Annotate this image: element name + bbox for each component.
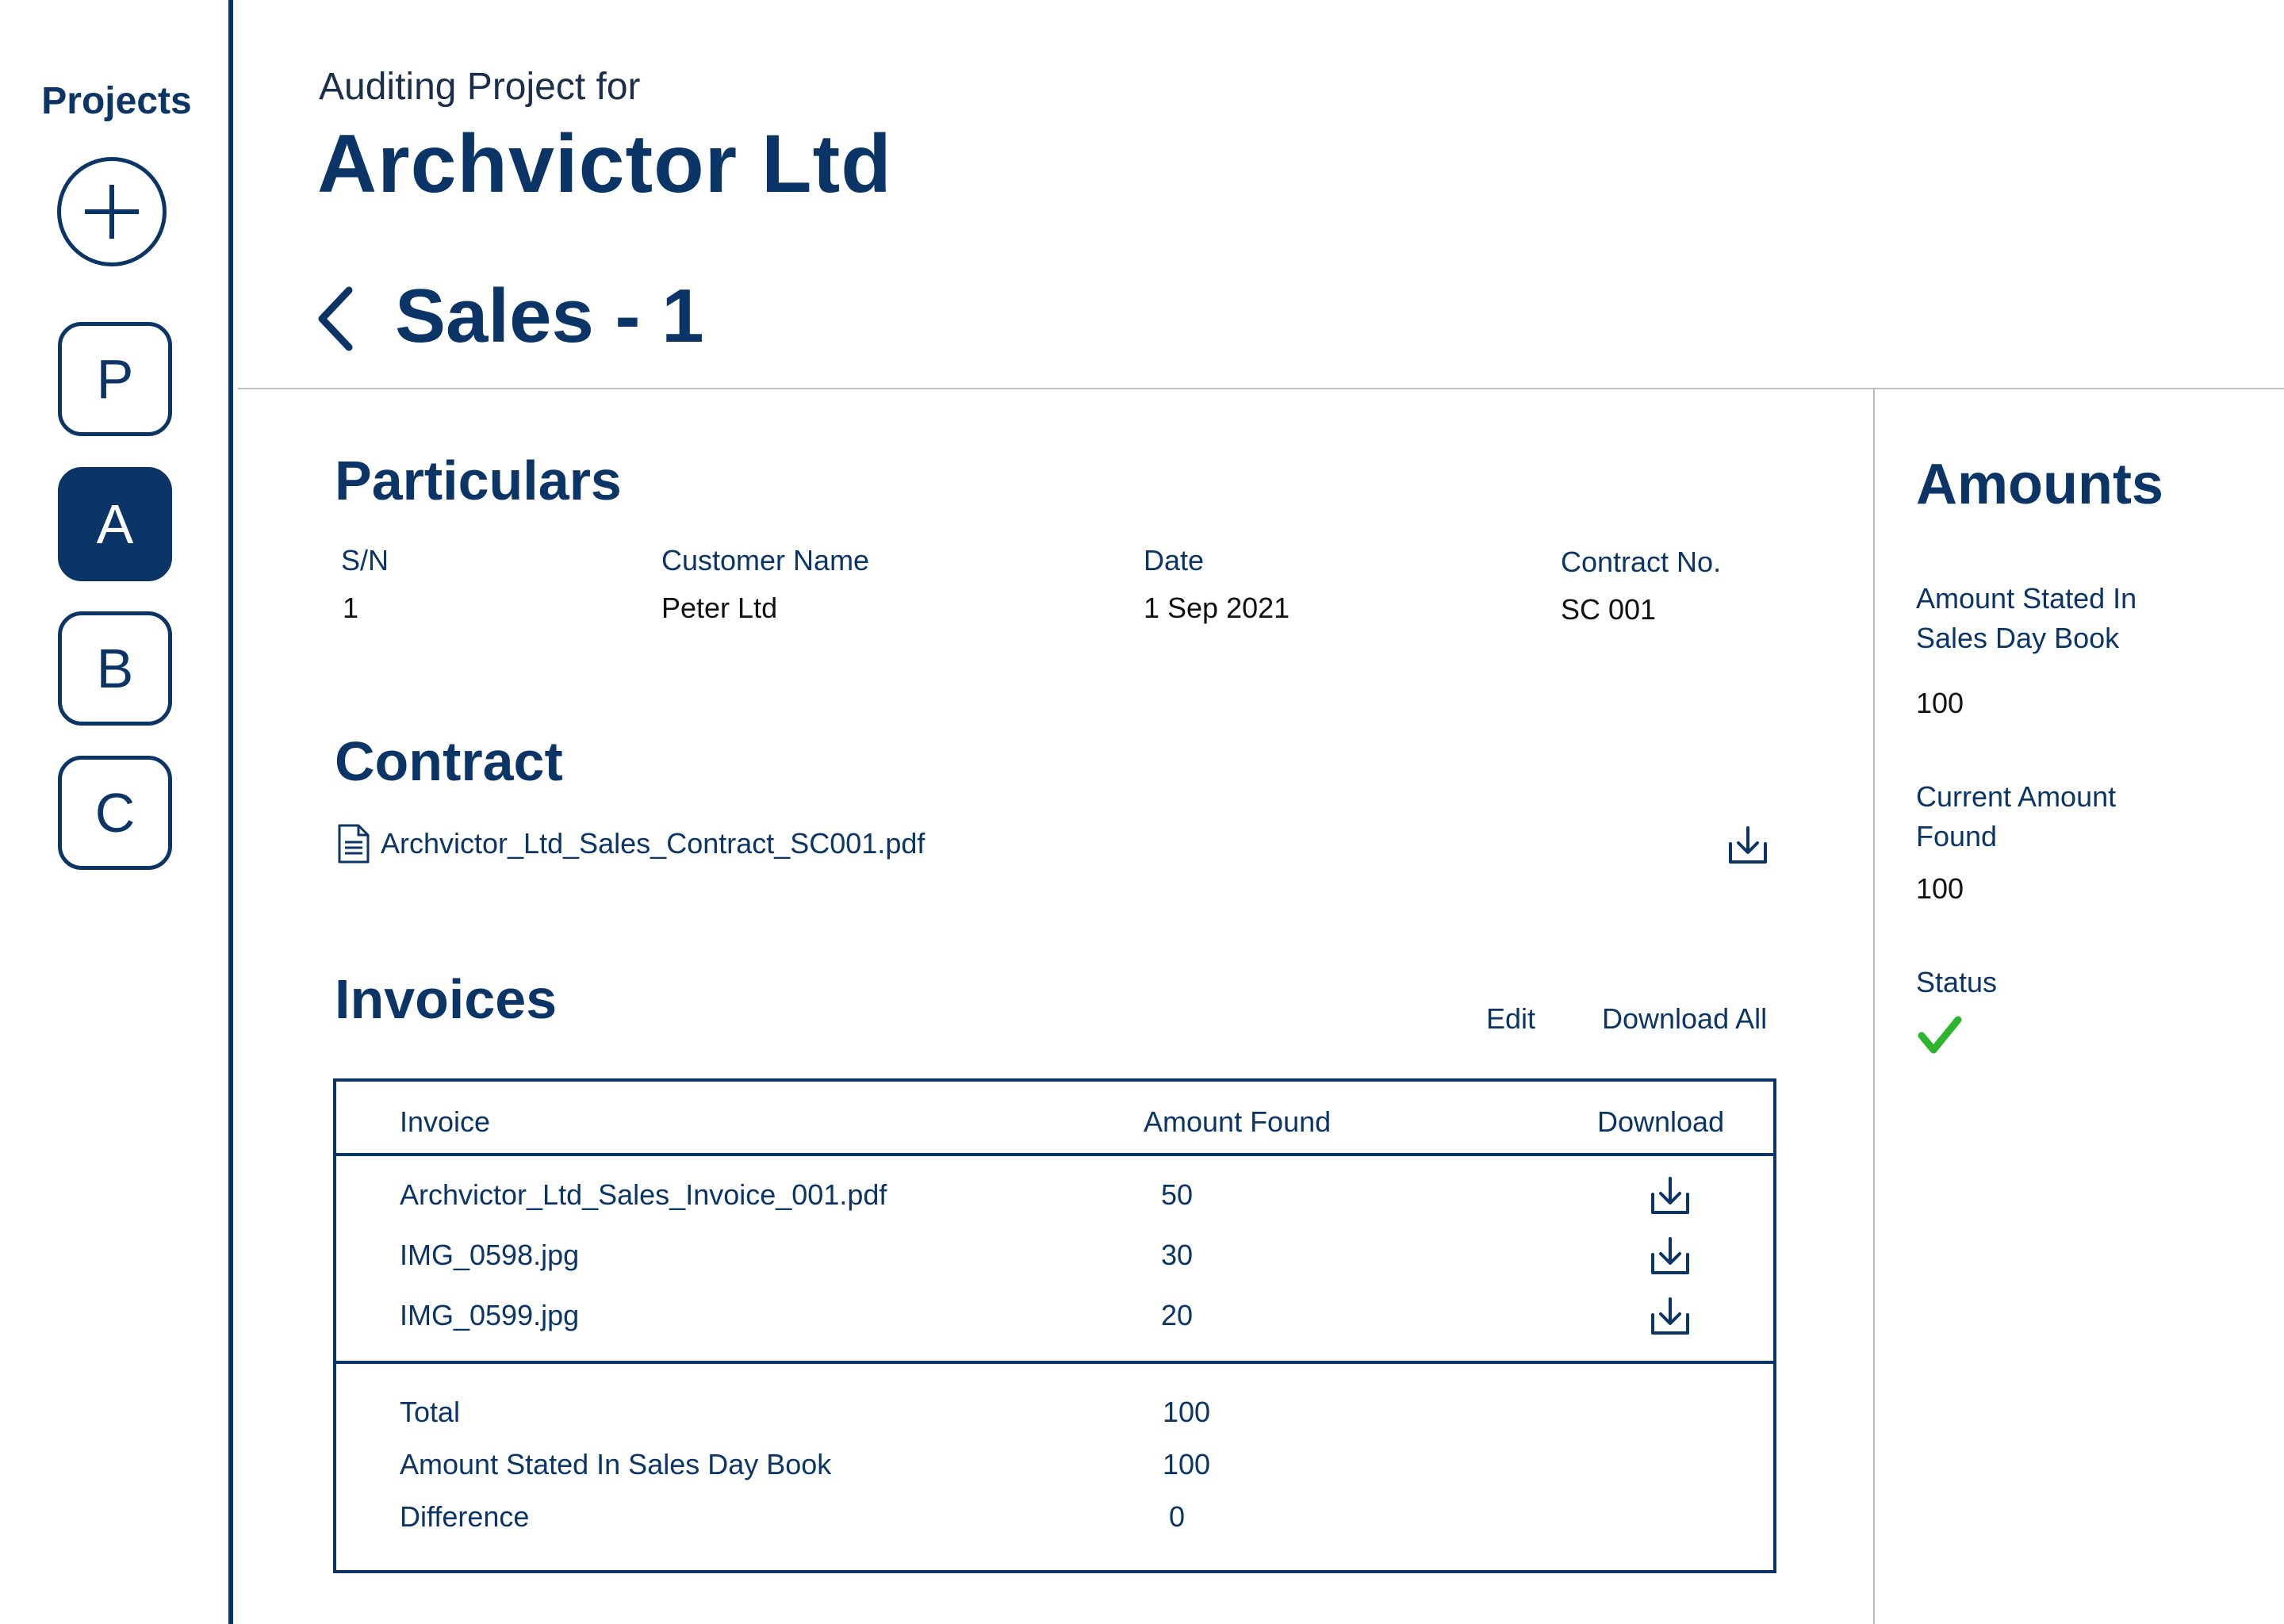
contract-heading: Contract (335, 730, 563, 792)
projects-sidebar: Projects P A B C (0, 0, 233, 1624)
invoice-file-link[interactable]: IMG_0599.jpg (400, 1299, 579, 1332)
date-label: Date (1144, 544, 1205, 576)
project-button-c[interactable]: C (58, 756, 172, 870)
invoice-download-icon[interactable] (1650, 1296, 1691, 1337)
customer-name-value: Peter Ltd (661, 592, 778, 624)
project-button-b[interactable]: B (58, 611, 172, 726)
add-project-button[interactable] (57, 157, 167, 266)
page-title: Sales - 1 (395, 274, 704, 358)
contract-file-name: Archvictor_Ltd_Sales_Contract_SC001.pdf (381, 827, 925, 860)
stated-amount-label: Amount Stated In Sales Day Book (400, 1448, 832, 1480)
invoices-heading: Invoices (335, 968, 558, 1030)
app-root: Projects P A B C Auditing Project for Ar… (0, 0, 2284, 1624)
invoice-file-link[interactable]: IMG_0598.jpg (400, 1239, 579, 1272)
back-chevron-icon[interactable] (316, 285, 355, 352)
difference-value: 0 (1168, 1500, 1186, 1533)
plus-icon (85, 185, 139, 239)
invoice-download-icon[interactable] (1650, 1235, 1691, 1277)
sidebar-title: Projects (41, 80, 192, 122)
column-header-download: Download (1597, 1105, 1725, 1138)
current-amount-value: 100 (1916, 872, 1964, 905)
amount-stated-value: 100 (1916, 687, 1964, 719)
project-button-p[interactable]: P (58, 322, 172, 436)
project-subtitle: Auditing Project for (319, 66, 641, 108)
stated-amount-value: 100 (1162, 1448, 1211, 1480)
invoice-file-link[interactable]: Archvictor_Ltd_Sales_Invoice_001.pdf (400, 1178, 887, 1212)
project-button-a[interactable]: A (58, 467, 172, 581)
contract-no-value: SC 001 (1561, 593, 1657, 626)
invoice-amount: 20 (1160, 1299, 1194, 1331)
sn-value: 1 (343, 592, 359, 624)
amounts-heading: Amounts (1916, 453, 2163, 516)
total-value: 100 (1162, 1396, 1211, 1428)
amount-stated-label: Amount Stated In Sales Day Book (1916, 582, 2137, 654)
contract-no-label: Contract No. (1561, 546, 1722, 578)
contract-file-link[interactable]: Archvictor_Ltd_Sales_Contract_SC001.pdf (336, 823, 925, 864)
particulars-heading: Particulars (335, 450, 622, 511)
table-header-rule (336, 1153, 1773, 1156)
status-label: Status (1916, 966, 1998, 998)
document-icon (338, 824, 370, 864)
invoices-table: Invoice Amount Found Download Archvictor… (333, 1078, 1776, 1573)
check-icon (1918, 1016, 1962, 1054)
edit-link[interactable]: Edit (1486, 1002, 1535, 1036)
date-value: 1 Sep 2021 (1144, 592, 1290, 624)
invoice-amount: 50 (1160, 1178, 1194, 1211)
download-all-link[interactable]: Download All (1602, 1002, 1767, 1036)
total-label: Total (400, 1396, 461, 1428)
difference-label: Difference (400, 1500, 530, 1533)
current-amount-label: Current Amount Found (1916, 780, 2117, 852)
project-title: Archvictor Ltd (317, 118, 892, 210)
column-header-amount-found: Amount Found (1144, 1105, 1332, 1138)
customer-name-label: Customer Name (661, 544, 870, 576)
panel-divider (1873, 389, 1875, 1624)
table-summary-rule (336, 1361, 1773, 1364)
contract-download-icon[interactable] (1727, 825, 1769, 866)
header-divider (238, 388, 2284, 389)
sn-label: S/N (341, 544, 389, 576)
invoice-amount: 30 (1160, 1239, 1194, 1271)
invoice-download-icon[interactable] (1650, 1175, 1691, 1216)
column-header-invoice: Invoice (400, 1105, 491, 1138)
